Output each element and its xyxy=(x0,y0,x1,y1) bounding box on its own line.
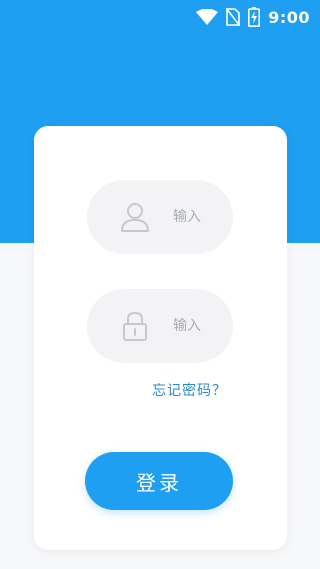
forgot-password-link[interactable]: 忘记密码？ xyxy=(152,380,227,400)
login-button[interactable]: 登录 xyxy=(85,452,233,510)
username-field[interactable] xyxy=(87,180,233,254)
wifi-icon xyxy=(196,9,219,25)
password-input[interactable] xyxy=(173,314,203,338)
no-sim-icon xyxy=(226,8,241,26)
login-screen: 9:00 忘记密码？ 登录 xyxy=(0,0,320,569)
status-time: 9:00 xyxy=(268,7,310,27)
username-input[interactable] xyxy=(173,205,203,229)
user-icon xyxy=(121,203,149,232)
battery-charging-icon xyxy=(248,7,261,27)
status-icons: 9:00 xyxy=(196,6,310,28)
password-field[interactable] xyxy=(87,289,233,363)
lock-icon xyxy=(123,311,147,341)
status-bar: 9:00 xyxy=(0,0,320,34)
